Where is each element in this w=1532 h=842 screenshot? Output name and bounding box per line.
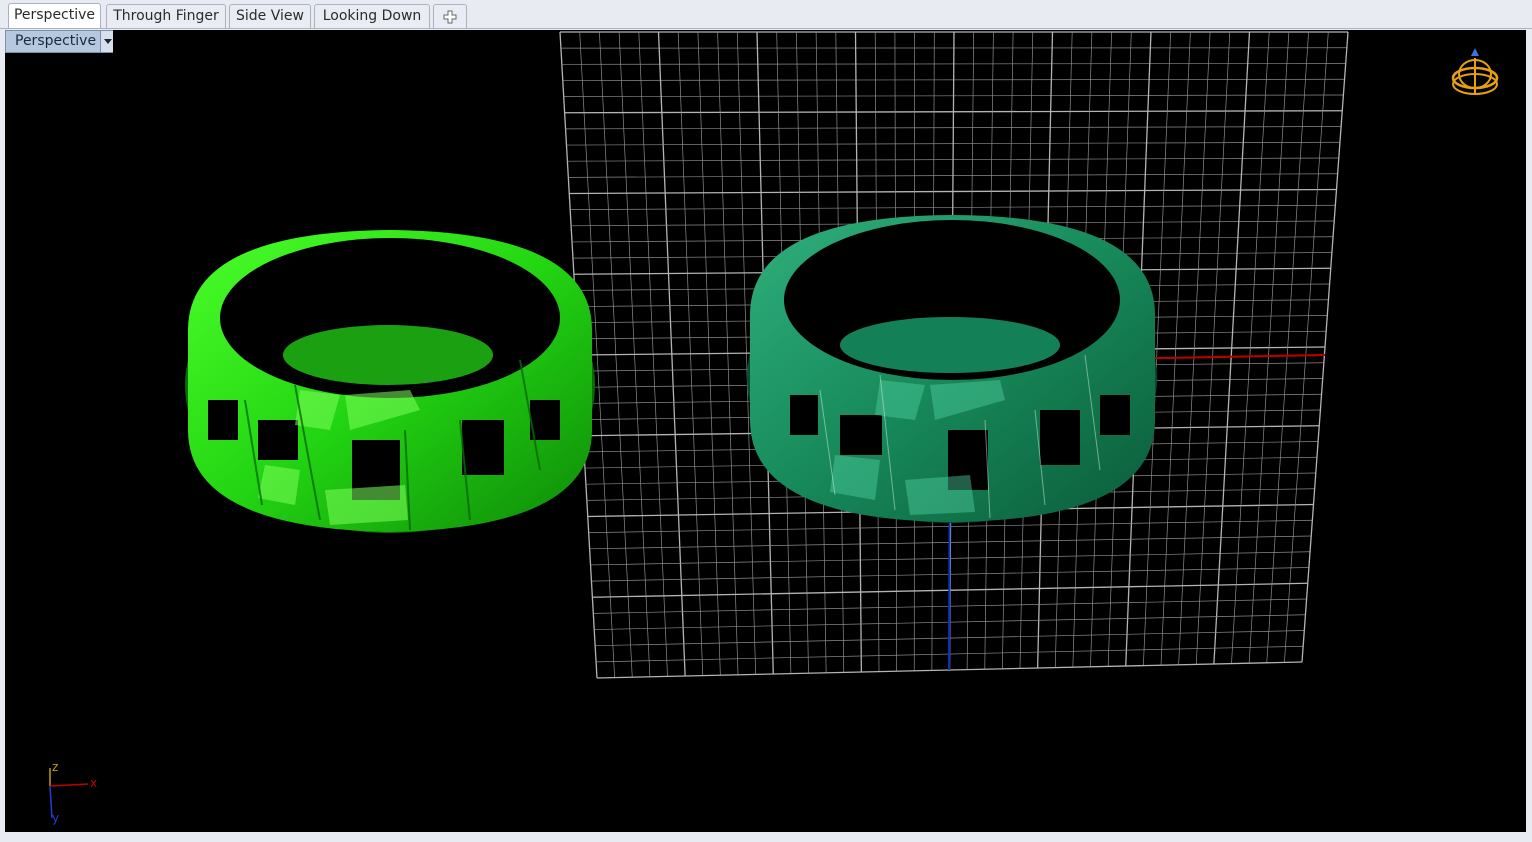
axis-label-y: y — [52, 811, 59, 825]
tab-perspective[interactable]: Perspective — [8, 3, 101, 29]
bottom-border — [0, 832, 1532, 842]
orbit-gumball-icon[interactable] — [1451, 48, 1499, 95]
tab-side-view[interactable]: Side View — [229, 4, 311, 28]
viewport-menu-button[interactable] — [100, 31, 113, 52]
tab-looking-down[interactable]: Looking Down — [314, 4, 430, 28]
world-axes-indicator: z x y — [49, 760, 97, 825]
plus-icon — [443, 10, 457, 24]
add-tab-button[interactable] — [433, 4, 467, 28]
tab-through-finger[interactable]: Through Finger — [106, 4, 226, 28]
tab-divider — [0, 28, 1532, 29]
viewport-title-label[interactable]: Perspective — [5, 30, 113, 53]
ring-left[interactable] — [185, 230, 595, 533]
axis-label-z: z — [52, 760, 58, 774]
perspective-viewport[interactable]: z x y — [5, 30, 1526, 832]
axis-label-x: x — [90, 776, 97, 790]
viewport-tab-bar: Perspective Through Finger Side View Loo… — [0, 0, 1532, 30]
scene-canvas[interactable]: z x y — [5, 30, 1526, 832]
chevron-down-icon — [104, 39, 112, 44]
ring-right[interactable] — [747, 215, 1157, 523]
